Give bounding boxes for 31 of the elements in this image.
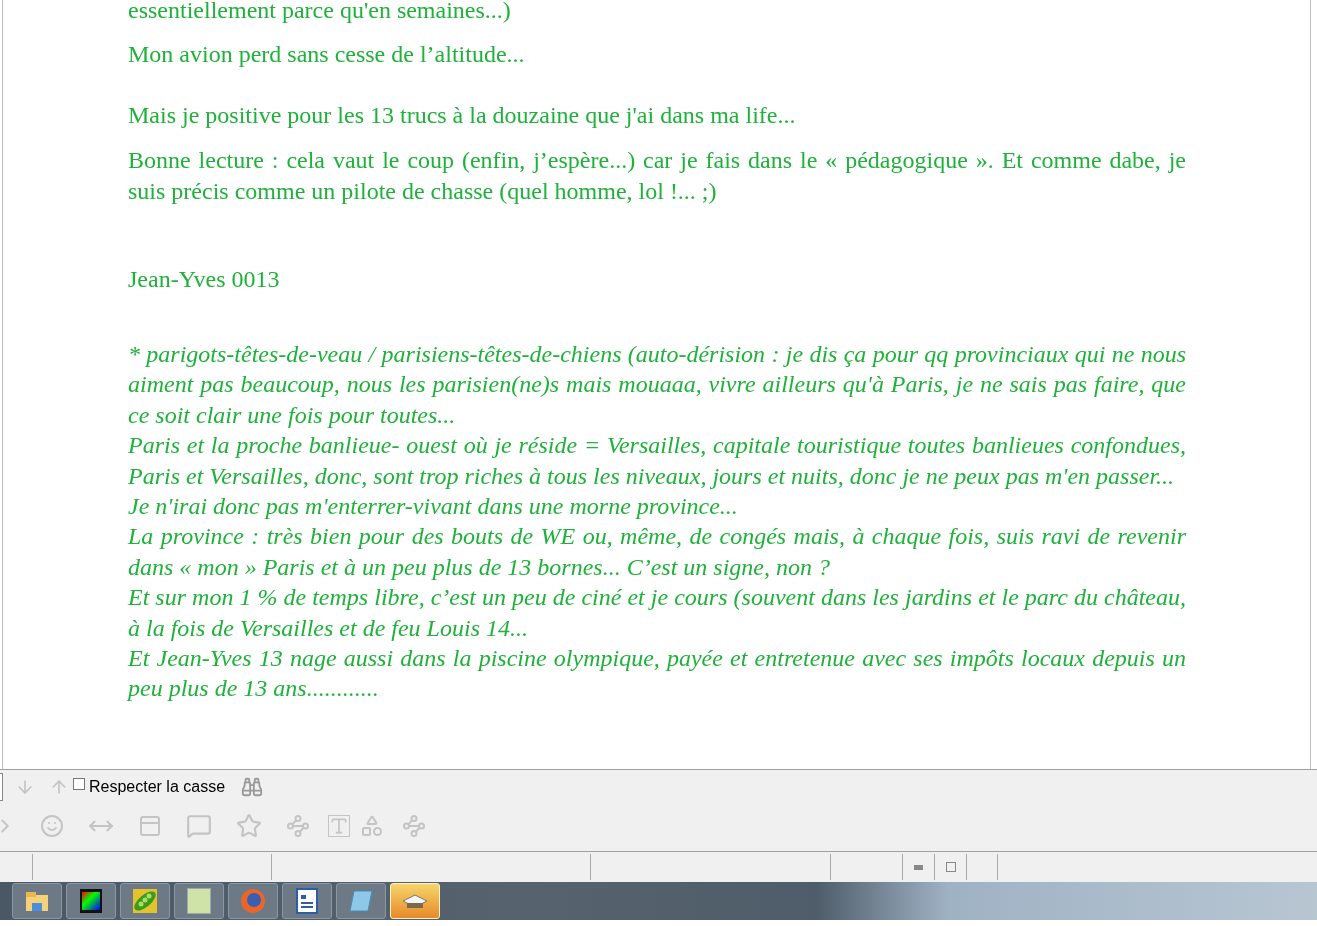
notepad-icon xyxy=(348,889,374,913)
taskbar-button[interactable] xyxy=(282,883,332,919)
note-paragraph: La province : très bien pour des bouts de WE ou, même, de congés mais, à chaque fois, suis ravi de revenir dans « mon » Paris et à un peu plus de 13 bornes... C’est un signe, non ? xyxy=(128,522,1186,582)
text-paragraph: Bonne lecture : cela vaut le coup (enfin, j’espère...) car je fais dans le « pédagogique ». Et comme dabe, je suis précis comme un pilote de chasse (quel homme, lol !... ;) xyxy=(128,146,1186,206)
text-paragraph: Mais je positive pour les 13 trucs à la douzaine que j'ai dans ma life... xyxy=(128,101,797,130)
note-paragraph: Et Jean-Yves 13 nage aussi dans la piscine olympique, payée et entretenue avec ses impôts locaux depuis un peu plus de 13 ans............ xyxy=(128,644,1186,704)
star-icon[interactable] xyxy=(236,812,262,839)
pea-pod-icon xyxy=(132,888,158,914)
text-paragraph: Jean-Yves 0013 xyxy=(128,265,281,294)
shapes-icon[interactable] xyxy=(360,813,384,838)
insert-mode-icon xyxy=(914,864,923,870)
folder-icon xyxy=(24,889,50,913)
photo-placeholder xyxy=(187,888,211,914)
note-paragraph: Je n'irai donc pas m'enterrer-vivant dans une morne province... xyxy=(128,492,739,522)
text-box-icon[interactable] xyxy=(328,814,350,837)
checkbox[interactable] xyxy=(73,778,85,790)
checkbox-label: Respecter la casse xyxy=(89,777,226,797)
smiley-icon[interactable] xyxy=(40,813,64,838)
callout-icon[interactable] xyxy=(186,812,212,839)
globe-icon xyxy=(240,888,266,914)
document-icon xyxy=(296,888,318,914)
search-field[interactable] xyxy=(0,773,3,801)
note-paragraph: * parigots-têtes-de-veau / parisiens-têtes-de-chiens (auto-dérision : je dis ça pour qq provinciaux qui ne nous aiment pas beaucoup, nous les parisien(ne)s mais mouaaa, vivre ailleurs qu'à Paris, je ne sais pas faire, que ce soit clair une fois pour toutes... xyxy=(128,340,1186,430)
text-paragraph: Mon avion perd sans cesse de l’altitude... xyxy=(128,40,526,69)
edit-check-icon xyxy=(945,862,956,872)
text-paragraph: essentiellement parce qu'en semaines...) xyxy=(128,0,512,25)
note-paragraph: Paris et la proche banlieue- ouest où je réside = Versailles, capitale touristique toutes banlieues confondues, Paris et Versailles, donc, sont trop riches à tous les niveaux, jours et nuits, donc je ne peux pas m'en passer... xyxy=(128,431,1186,491)
film-strip-icon xyxy=(79,888,103,914)
taskbar-button[interactable] xyxy=(66,883,116,919)
binoculars-icon[interactable] xyxy=(241,776,264,798)
note-paragraph: Et sur mon 1 % de temps libre, c’est un peu de ciné et je cours (souvent dans les jardins et le parc du château, à la fois de Versailles et de feu Louis 14... xyxy=(128,583,1186,643)
